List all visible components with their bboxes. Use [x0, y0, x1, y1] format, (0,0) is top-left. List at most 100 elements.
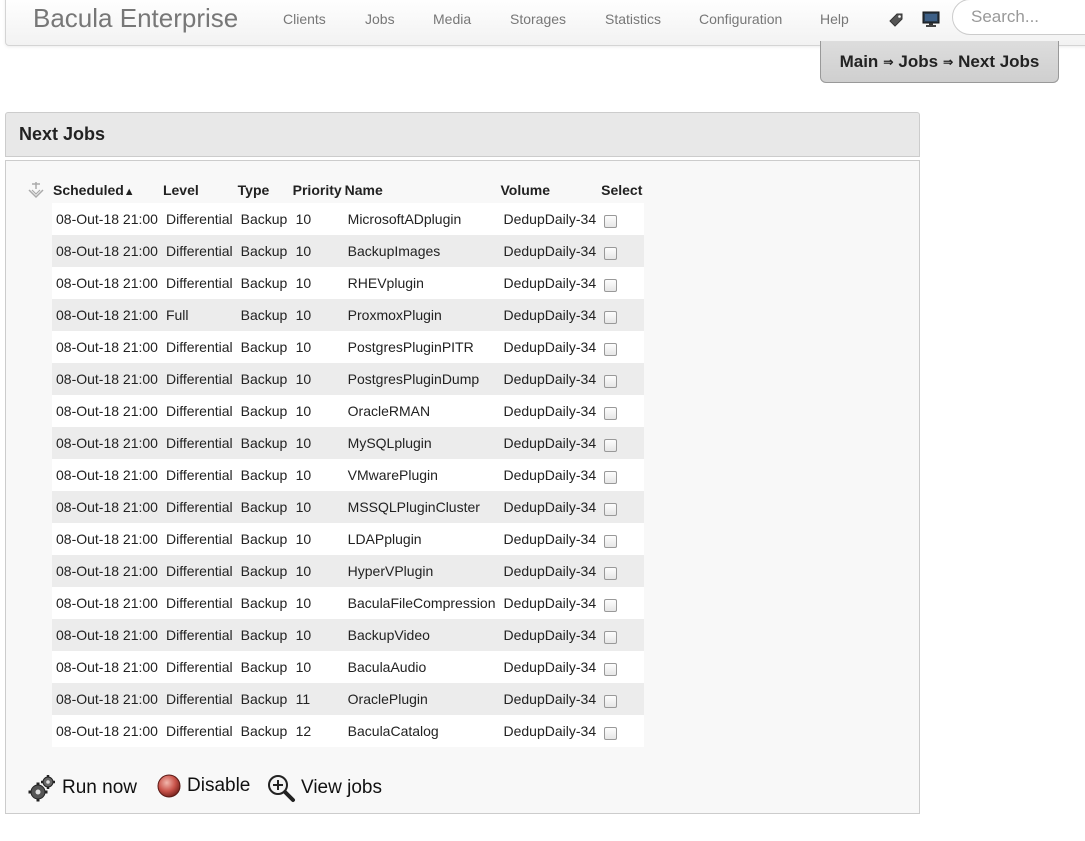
- select-checkbox[interactable]: [604, 694, 618, 708]
- cell-priority: 10: [291, 523, 344, 555]
- cell-scheduled: 08-Out-18 21:00: [52, 651, 162, 683]
- cell-type: Backup: [236, 203, 292, 235]
- cell-priority: 10: [291, 299, 344, 331]
- table-row[interactable]: 08-Out-18 21:00 Differential Backup 10 Micro…: [52, 203, 645, 235]
- run-now-button[interactable]: Run now: [27, 773, 137, 803]
- table-row[interactable]: 08-Out-18 21:00 Differential Backup 10 Postg…: [52, 331, 645, 363]
- nav-media[interactable]: Media: [433, 11, 471, 27]
- run-now-label: Run now: [62, 777, 137, 798]
- cell-priority: 10: [291, 491, 344, 523]
- panel-body: Scheduled▲ Level Type Priority Name Volu…: [5, 160, 920, 814]
- select-checkbox[interactable]: [604, 374, 618, 388]
- table-row[interactable]: 08-Out-18 21:00 Differential Backup 10 VMwar…: [52, 459, 645, 491]
- select-checkbox[interactable]: [604, 310, 618, 324]
- cell-select: [600, 683, 645, 715]
- cell-name: ProxmoxPlugin: [343, 299, 500, 331]
- cell-scheduled: 08-Out-18 21:00: [52, 683, 162, 715]
- cell-select: [600, 267, 645, 299]
- table-row[interactable]: 08-Out-18 21:00 Differential Backup 10 Oracl…: [52, 395, 645, 427]
- select-checkbox[interactable]: [604, 502, 618, 516]
- view-jobs-button[interactable]: View jobs: [266, 773, 382, 803]
- select-checkbox[interactable]: [604, 214, 618, 228]
- breadcrumb-main[interactable]: Main: [840, 52, 879, 72]
- select-checkbox[interactable]: [604, 630, 618, 644]
- select-checkbox[interactable]: [604, 278, 618, 292]
- cell-level: Differential: [161, 651, 237, 683]
- column-header-volume[interactable]: Volume: [500, 177, 601, 203]
- nav-help[interactable]: Help: [820, 11, 849, 27]
- cell-priority: 10: [291, 331, 344, 363]
- table-row[interactable]: 08-Out-18 21:00 Full Backup 10 ProxmoxPlugin…: [52, 299, 645, 331]
- select-checkbox[interactable]: [604, 342, 618, 356]
- cell-name: BackupImages: [343, 235, 500, 267]
- sort-ascending-icon: ▲: [123, 186, 135, 198]
- cell-name: PostgresPluginPITR: [343, 331, 500, 363]
- column-header-scheduled[interactable]: Scheduled▲: [52, 177, 162, 203]
- column-header-level[interactable]: Level: [162, 177, 237, 203]
- column-header-priority[interactable]: Priority: [292, 177, 344, 203]
- table-row[interactable]: 08-Out-18 21:00 Differential Backup 10 Hyper…: [52, 555, 645, 587]
- cell-volume: DedupDaily-34: [499, 267, 601, 299]
- cell-select: [600, 299, 645, 331]
- cell-priority: 10: [291, 235, 344, 267]
- select-checkbox[interactable]: [604, 598, 618, 612]
- cell-name: MSSQLPluginCluster: [343, 491, 500, 523]
- select-checkbox[interactable]: [604, 406, 618, 420]
- table-row[interactable]: 08-Out-18 21:00 Differential Backup 10 Backu…: [52, 619, 645, 651]
- table-row[interactable]: 08-Out-18 21:00 Differential Backup 11 Oracl…: [52, 683, 645, 715]
- breadcrumb: Main ⇒ Jobs ⇒ Next Jobs: [820, 41, 1059, 83]
- table-row[interactable]: 08-Out-18 21:00 Differential Backup 10 LDAPp…: [52, 523, 645, 555]
- cell-volume: DedupDaily-34: [499, 651, 601, 683]
- collapse-icon[interactable]: [26, 180, 46, 200]
- select-checkbox[interactable]: [604, 438, 618, 452]
- table-row[interactable]: 08-Out-18 21:00 Differential Backup 10 Postg…: [52, 363, 645, 395]
- disable-button[interactable]: Disable: [156, 773, 250, 799]
- table-row[interactable]: 08-Out-18 21:00 Differential Backup 10 MSSQL…: [52, 491, 645, 523]
- brand-logo[interactable]: Bacula Enterprise: [33, 3, 238, 34]
- table-row[interactable]: 08-Out-18 21:00 Differential Backup 10 MySQL…: [52, 427, 645, 459]
- table-row[interactable]: 08-Out-18 21:00 Differential Backup 10 Backu…: [52, 235, 645, 267]
- cell-priority: 12: [291, 715, 344, 747]
- search-input[interactable]: [952, 0, 1085, 35]
- nav-configuration[interactable]: Configuration: [699, 11, 782, 27]
- nav-storages[interactable]: Storages: [510, 11, 566, 27]
- cell-priority: 10: [291, 651, 344, 683]
- nav-clients[interactable]: Clients: [283, 11, 326, 27]
- nav-jobs[interactable]: Jobs: [365, 11, 395, 27]
- cell-scheduled: 08-Out-18 21:00: [52, 363, 162, 395]
- cell-select: [600, 203, 645, 235]
- cell-level: Differential: [161, 459, 237, 491]
- cell-level: Differential: [161, 523, 237, 555]
- cell-type: Backup: [236, 523, 292, 555]
- select-checkbox[interactable]: [604, 566, 618, 580]
- select-checkbox[interactable]: [604, 662, 618, 676]
- table-row[interactable]: 08-Out-18 21:00 Differential Backup 12 Bacul…: [52, 715, 645, 747]
- nav-statistics[interactable]: Statistics: [605, 11, 661, 27]
- view-jobs-label: View jobs: [301, 777, 382, 798]
- select-checkbox[interactable]: [604, 470, 618, 484]
- select-checkbox[interactable]: [604, 534, 618, 548]
- cell-type: Backup: [236, 363, 292, 395]
- cell-priority: 10: [291, 363, 344, 395]
- table-row[interactable]: 08-Out-18 21:00 Differential Backup 10 Bacul…: [52, 651, 645, 683]
- cell-level: Differential: [161, 267, 237, 299]
- column-header-type[interactable]: Type: [237, 177, 292, 203]
- monitor-icon[interactable]: [921, 9, 941, 29]
- cell-level: Differential: [161, 587, 237, 619]
- top-navbar: Bacula Enterprise Clients Jobs Media Sto…: [5, 0, 1085, 46]
- cell-level: Differential: [161, 395, 237, 427]
- cell-volume: DedupDaily-34: [499, 203, 601, 235]
- select-checkbox[interactable]: [604, 726, 618, 740]
- table-row[interactable]: 08-Out-18 21:00 Differential Backup 10 RHEVp…: [52, 267, 645, 299]
- column-header-label: Scheduled: [53, 182, 124, 198]
- table-row[interactable]: 08-Out-18 21:00 Differential Backup 10 Bacul…: [52, 587, 645, 619]
- cell-name: BaculaFileCompression: [343, 587, 500, 619]
- cell-select: [600, 555, 645, 587]
- breadcrumb-jobs[interactable]: Jobs: [898, 52, 938, 72]
- column-header-name[interactable]: Name: [344, 177, 500, 203]
- tag-icon[interactable]: [886, 9, 906, 29]
- select-checkbox[interactable]: [604, 246, 618, 260]
- cell-volume: DedupDaily-34: [499, 459, 601, 491]
- cell-volume: DedupDaily-34: [499, 491, 601, 523]
- cell-volume: DedupDaily-34: [499, 235, 601, 267]
